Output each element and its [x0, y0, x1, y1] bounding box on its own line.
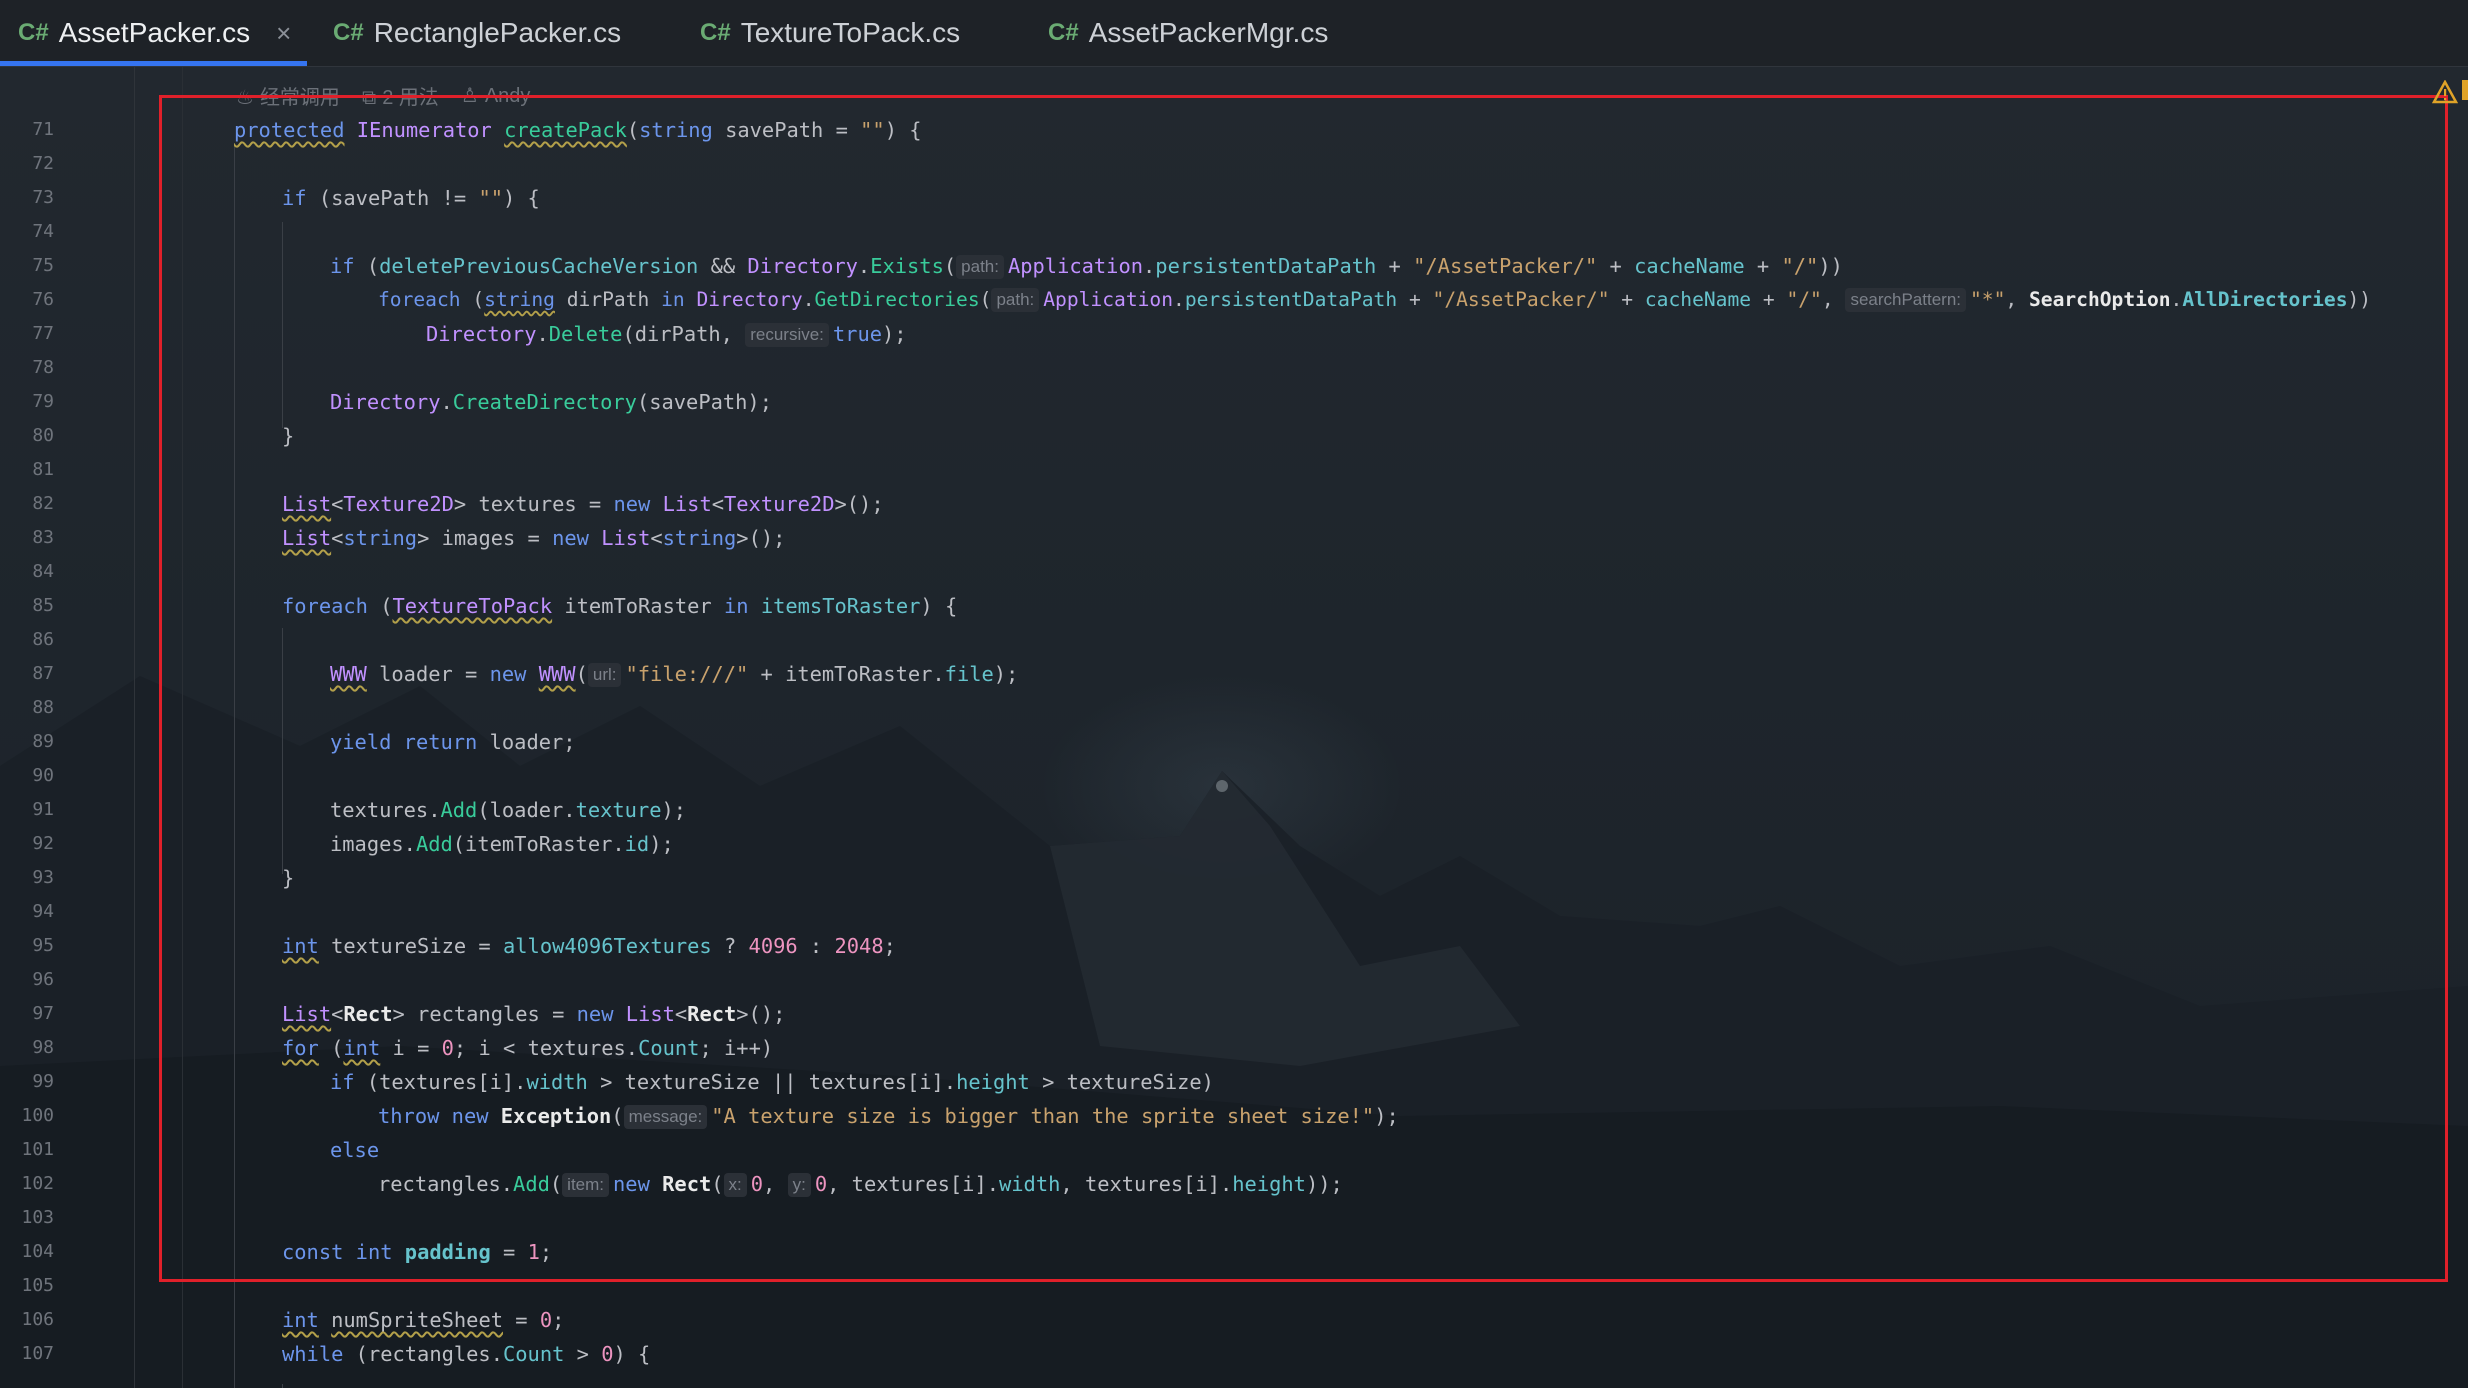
tab-rectanglepacker[interactable]: C# RectanglePacker.cs: [333, 0, 621, 66]
code-line-91[interactable]: textures.Add(loader.texture);: [330, 793, 686, 827]
author-hint[interactable]: ♙ Andy: [461, 83, 531, 108]
fold-gutter-divider: [182, 66, 183, 1388]
code-line-80[interactable]: }: [282, 419, 294, 453]
code-line-107[interactable]: while (rectangles.Count > 0) {: [282, 1337, 650, 1371]
scrollbar-warning-marker[interactable]: [2462, 80, 2468, 100]
code-line-83[interactable]: List<string> images = new List<string>()…: [282, 521, 785, 555]
indent-guide: [282, 1384, 283, 1388]
tab-label: RectanglePacker.cs: [373, 17, 622, 48]
code-line-99[interactable]: if (textures[i].width > textureSize || t…: [330, 1065, 1214, 1099]
editor-tab-bar: C# AssetPacker.cs × C# RectanglePacker.c…: [0, 0, 2468, 67]
usage-hint[interactable]: ♨ 经常调用: [236, 81, 340, 110]
tab-label: AssetPacker.cs: [58, 17, 251, 48]
indent-guide: [234, 143, 235, 1388]
code-line-104[interactable]: const int padding = 1;: [282, 1235, 552, 1269]
csharp-file-icon: C#: [1048, 19, 1079, 46]
person-icon: ♙: [460, 84, 479, 107]
code-line-77[interactable]: Directory.Delete(dirPath, recursive: true…: [426, 317, 907, 351]
code-line-76[interactable]: foreach (string dirPath in Directory.Get…: [378, 283, 2371, 317]
tab-texturetopack[interactable]: C# TextureToPack.cs: [700, 0, 960, 66]
usages-count-hint[interactable]: ⧉ 2 用法: [362, 81, 439, 110]
code-line-87[interactable]: WWW loader = new WWW(url: "file:///" + it…: [330, 657, 1018, 691]
code-line-97[interactable]: List<Rect> rectangles = new List<Rect>()…: [282, 997, 785, 1031]
code-line-93[interactable]: }: [282, 861, 294, 895]
line-number-gutter: [0, 66, 135, 1388]
code-line-85[interactable]: foreach (TextureToPack itemToRaster in i…: [282, 589, 957, 623]
code-line-100[interactable]: throw new Exception(message: "A texture s…: [378, 1099, 1399, 1133]
indent-guide: [282, 628, 283, 874]
csharp-file-icon: C#: [700, 19, 731, 46]
code-line-95[interactable]: int textureSize = allow4096Textures ? 40…: [282, 929, 896, 963]
code-line-82[interactable]: List<Texture2D> textures = new List<Text…: [282, 487, 884, 521]
code-line-89[interactable]: yield return loader;: [330, 725, 576, 759]
active-tab-indicator: [0, 61, 307, 66]
tab-assetpackermgr[interactable]: C# AssetPackerMgr.cs: [1048, 0, 1328, 66]
code-line-75[interactable]: if (deletePreviousCacheVersion && Direct…: [330, 249, 1843, 283]
code-line-106[interactable]: int numSpriteSheet = 0;: [282, 1303, 564, 1337]
code-line-71[interactable]: protected IEnumerator createPack(string …: [234, 113, 922, 147]
code-line-73[interactable]: if (savePath != "") {: [282, 181, 540, 215]
tab-label: AssetPackerMgr.cs: [1088, 17, 1329, 48]
csharp-file-icon: C#: [18, 19, 49, 46]
codevision-hints: ♨ 经常调用 ⧉ 2 用法 ♙ Andy: [236, 80, 530, 110]
code-line-101[interactable]: else: [330, 1133, 379, 1167]
usages-icon: ⧉: [361, 86, 377, 109]
code-line-98[interactable]: for (int i = 0; i < textures.Count; i++): [282, 1031, 773, 1065]
code-line-102[interactable]: rectangles.Add(item: new Rect(x: 0, y: 0, t…: [378, 1167, 1343, 1201]
indent-guide: [282, 222, 283, 428]
csharp-file-icon: C#: [333, 19, 364, 46]
code-line-92[interactable]: images.Add(itemToRaster.id);: [330, 827, 674, 861]
close-icon[interactable]: ×: [276, 18, 291, 49]
code-line-79[interactable]: Directory.CreateDirectory(savePath);: [330, 385, 772, 419]
warning-icon[interactable]: [2431, 79, 2459, 108]
tab-label: TextureToPack.cs: [740, 17, 961, 48]
flame-icon: ♨: [236, 86, 254, 109]
tab-assetpacker[interactable]: C# AssetPacker.cs ×: [18, 0, 291, 66]
